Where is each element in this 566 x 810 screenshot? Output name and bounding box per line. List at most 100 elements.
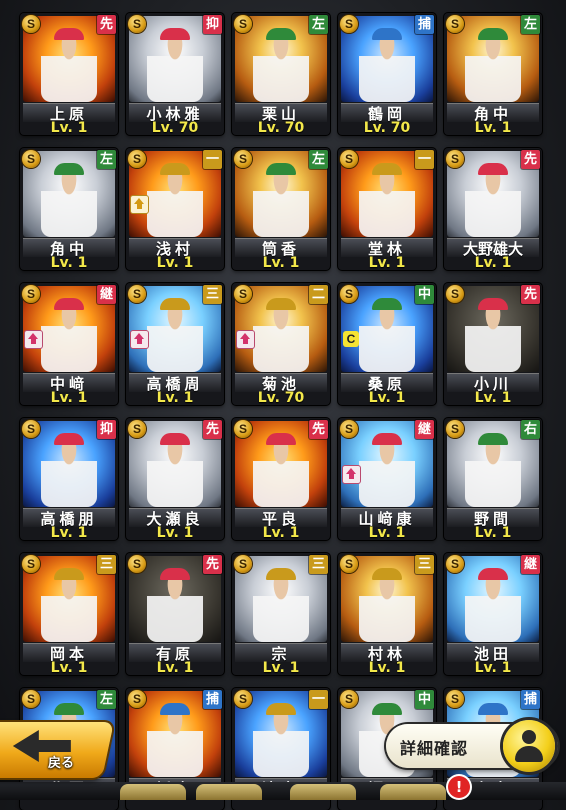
player-level: Lv. 70 <box>257 120 305 135</box>
player-level: Lv. 1 <box>262 525 300 540</box>
player-icon <box>503 720 555 772</box>
player-level: Lv. 1 <box>156 255 194 270</box>
position-badge: 三 <box>415 555 434 574</box>
level-up-icon <box>237 331 254 348</box>
player-level: Lv. 1 <box>50 390 88 405</box>
player-card[interactable]: S 中 C 桑原 Lv. 1 <box>338 283 436 405</box>
position-badge: 継 <box>415 420 434 439</box>
card-grid: S 先上原 Lv. 1 S 抑小林雅 Lv. 70 S 左栗山 Lv. 70 S 捕鶴岡 Lv. 70… <box>0 0 566 810</box>
player-card[interactable]: S 三高橋周 Lv. 1 <box>126 283 224 405</box>
player-card[interactable]: S 一堂林 Lv. 1 <box>338 148 436 270</box>
player-card[interactable]: S 先有原 Lv. 1 <box>126 553 224 675</box>
position-badge: 三 <box>97 555 116 574</box>
player-card[interactable]: S 捕鶴岡 Lv. 70 <box>338 13 436 135</box>
rarity-coin-icon: S <box>128 150 146 168</box>
rarity-coin-icon: S <box>22 555 40 573</box>
position-badge: 一 <box>415 150 434 169</box>
player-card[interactable]: S 抑小林雅 Lv. 70 <box>126 13 224 135</box>
player-level: Lv. 1 <box>474 660 512 675</box>
level-up-icon <box>343 466 360 483</box>
player-card[interactable]: S 先上原 Lv. 1 <box>20 13 118 135</box>
player-card[interactable]: S 左筒香 Lv. 1 <box>232 148 330 270</box>
rarity-coin-icon: S <box>446 420 464 438</box>
player-card[interactable]: S 三村林 Lv. 1 <box>338 553 436 675</box>
position-badge: 三 <box>203 285 222 304</box>
rarity-coin-icon: S <box>22 15 40 33</box>
position-badge: 左 <box>521 15 540 34</box>
bottom-tab[interactable] <box>196 784 262 800</box>
detail-confirm-button[interactable]: 詳細確認 <box>386 720 558 772</box>
player-level: Lv. 70 <box>151 120 199 135</box>
position-badge: 中 <box>415 285 434 304</box>
player-level: Lv. 1 <box>262 255 300 270</box>
player-card[interactable]: S 左角中 Lv. 1 <box>444 13 542 135</box>
player-level: Lv. 1 <box>368 255 406 270</box>
position-badge: 継 <box>521 555 540 574</box>
rarity-coin-icon: S <box>446 15 464 33</box>
rarity-coin-icon: S <box>22 690 40 708</box>
position-badge: 捕 <box>203 690 222 709</box>
rarity-coin-icon: S <box>234 150 252 168</box>
player-card[interactable]: S 継中﨑 Lv. 1 <box>20 283 118 405</box>
position-badge: 二 <box>309 285 328 304</box>
rarity-coin-icon: S <box>234 690 252 708</box>
rarity-coin-icon: S <box>22 150 40 168</box>
position-badge: 抑 <box>97 420 116 439</box>
player-card[interactable]: S 先平良 Lv. 1 <box>232 418 330 540</box>
level-up-icon <box>131 331 148 348</box>
player-level: Lv. 1 <box>50 660 88 675</box>
player-level: Lv. 1 <box>156 660 194 675</box>
position-badge: 先 <box>521 150 540 169</box>
rarity-coin-icon: S <box>128 690 146 708</box>
position-badge: 先 <box>203 420 222 439</box>
level-up-icon <box>25 331 42 348</box>
rarity-coin-icon: S <box>128 420 146 438</box>
player-card[interactable]: S 右野間 Lv. 1 <box>444 418 542 540</box>
position-badge: 先 <box>203 555 222 574</box>
player-card[interactable]: S 左栗山 Lv. 70 <box>232 13 330 135</box>
position-badge: 抑 <box>203 15 222 34</box>
player-level: Lv. 1 <box>156 390 194 405</box>
rarity-coin-icon: S <box>340 285 358 303</box>
player-card[interactable]: S 継山﨑康 Lv. 1 <box>338 418 436 540</box>
bottom-tab[interactable] <box>290 784 356 800</box>
player-level: Lv. 70 <box>257 390 305 405</box>
rarity-coin-icon: S <box>446 555 464 573</box>
rarity-coin-icon: S <box>446 150 464 168</box>
player-card[interactable]: S 一浅村 Lv. 1 <box>126 148 224 270</box>
player-level: Lv. 1 <box>262 660 300 675</box>
position-badge: 左 <box>97 690 116 709</box>
rarity-coin-icon: S <box>128 285 146 303</box>
rarity-coin-icon: S <box>128 15 146 33</box>
player-level: Lv. 1 <box>50 525 88 540</box>
position-badge: 一 <box>309 690 328 709</box>
rarity-coin-icon: S <box>340 15 358 33</box>
player-card[interactable]: S 先小川 Lv. 1 <box>444 283 542 405</box>
player-level: Lv. 1 <box>50 255 88 270</box>
player-level: Lv. 1 <box>474 255 512 270</box>
rarity-coin-icon: S <box>234 285 252 303</box>
player-card[interactable]: S 継池田 Lv. 1 <box>444 553 542 675</box>
player-level: Lv. 1 <box>474 390 512 405</box>
player-card[interactable]: S 抑高橋朋 Lv. 1 <box>20 418 118 540</box>
rarity-coin-icon: S <box>22 285 40 303</box>
player-card[interactable]: S 三宗 Lv. 1 <box>232 553 330 675</box>
rarity-coin-icon: S <box>234 555 252 573</box>
player-card[interactable]: S 二菊池 Lv. 70 <box>232 283 330 405</box>
bottom-tab[interactable] <box>120 784 186 800</box>
player-card[interactable]: S 左角中 Lv. 1 <box>20 148 118 270</box>
position-badge: 左 <box>309 150 328 169</box>
player-card[interactable]: S 三岡本 Lv. 1 <box>20 553 118 675</box>
player-card[interactable]: S 先大瀬良 Lv. 1 <box>126 418 224 540</box>
bottom-tab[interactable] <box>380 784 446 800</box>
captain-icon: C <box>343 331 359 347</box>
player-card[interactable]: S 先大野雄大 Lv. 1 <box>444 148 542 270</box>
rarity-coin-icon: S <box>234 15 252 33</box>
position-badge: 三 <box>309 555 328 574</box>
back-button-label: 戻る <box>48 756 75 771</box>
position-badge: 右 <box>521 420 540 439</box>
rarity-coin-icon: S <box>340 150 358 168</box>
player-level: Lv. 1 <box>368 660 406 675</box>
position-badge: 継 <box>97 285 116 304</box>
player-level: Lv. 1 <box>368 390 406 405</box>
